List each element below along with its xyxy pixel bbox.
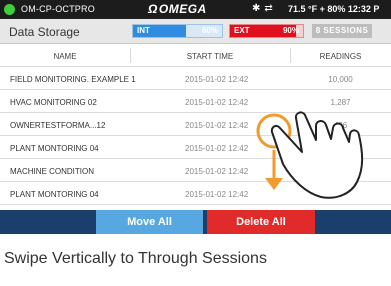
wireless-icon: ✱ <box>252 3 261 14</box>
device-screen: OM-CP-OCTPRO ΩOMEGA ✱ ⇄ 71.5 °F + 80% 12:… <box>0 0 391 234</box>
status-bar: OM-CP-OCTPRO ΩOMEGA ✱ ⇄ 71.5 °F + 80% 12:… <box>0 0 391 19</box>
delete-all-button[interactable]: Delete All <box>207 210 315 234</box>
session-name: MACHINE CONDITION <box>10 167 94 176</box>
omega-logo-icon: Ω <box>148 2 158 16</box>
table-row[interactable]: PLANT MONTORING 04 2015-01-02 12:42 8 <box>0 182 391 205</box>
usb-icon: ⇄ <box>264 3 273 14</box>
external-storage-meter: EXT 90% <box>229 24 304 38</box>
session-name: PLANT MONTORING 04 <box>10 144 99 153</box>
column-header-readings[interactable]: READINGS <box>290 52 391 61</box>
action-bar: Move All Delete All <box>0 210 391 234</box>
title-bar: Data Storage INT 60% EXT 90% 8 SESSIONS <box>0 19 391 44</box>
device-name: OM-CP-OCTPRO <box>21 4 95 14</box>
table-row[interactable]: HVAC MONITORING 02 2015-01-02 12:42 1,28… <box>0 90 391 113</box>
session-start-time: 2015-01-02 12:42 <box>185 121 249 130</box>
table-row[interactable]: FIELD MONITORING. EXAMPLE 1 2015-01-02 1… <box>0 67 391 90</box>
external-storage-percent: 90% <box>282 26 299 35</box>
brand-name: OMEGA <box>158 2 207 16</box>
table-row[interactable]: MACHINE CONDITION 2015-01-02 12:42 <box>0 159 391 182</box>
external-storage-label: EXT <box>234 26 250 35</box>
session-name: FIELD MONITORING. EXAMPLE 1 <box>10 75 136 84</box>
session-name: PLANT MONTORING 04 <box>10 190 99 199</box>
session-start-time: 2015-01-02 12:42 <box>185 98 249 107</box>
internal-storage-meter: INT 60% <box>132 24 223 38</box>
column-header-start-time[interactable]: START TIME <box>130 52 290 61</box>
status-icons: ✱ ⇄ <box>252 3 277 14</box>
internal-storage-percent: 60% <box>201 26 218 35</box>
column-header-name[interactable]: NAME <box>0 52 130 61</box>
table-row[interactable]: OWNERTESTFORMA...12 2015-01-02 12:42 436 <box>0 113 391 136</box>
session-start-time: 2015-01-02 12:42 <box>185 75 249 84</box>
internal-storage-label: INT <box>137 26 150 35</box>
session-name: OWNERTESTFORMA...12 <box>10 121 106 130</box>
page-title: Data Storage <box>9 25 80 39</box>
session-start-time: 2015-01-02 12:42 <box>185 167 249 176</box>
connection-status-dot <box>4 4 15 15</box>
session-readings: 1,287 <box>330 98 351 107</box>
brand-logo: ΩOMEGA <box>148 2 207 16</box>
session-start-time: 2015-01-02 12:42 <box>185 190 249 199</box>
status-readout: 71.5 °F + 80% 12:32 P <box>288 4 380 14</box>
storage-indicator: INT 60% EXT 90% 8 SESSIONS <box>132 24 372 38</box>
session-readings: 8 <box>338 190 343 199</box>
session-readings: 10,000 <box>328 75 353 84</box>
instruction-caption: Swipe Vertically to Through Sessions <box>4 250 267 267</box>
session-readings: 436 <box>333 121 348 130</box>
sessions-list[interactable]: FIELD MONITORING. EXAMPLE 1 2015-01-02 1… <box>0 67 391 205</box>
session-start-time: 2015-01-02 12:42 <box>185 144 249 153</box>
session-name: HVAC MONITORING 02 <box>10 98 97 107</box>
table-row[interactable]: PLANT MONTORING 04 2015-01-02 12:42 <box>0 136 391 159</box>
sessions-count-badge[interactable]: 8 SESSIONS <box>312 24 372 38</box>
table-header: NAME START TIME READINGS <box>0 44 391 67</box>
move-all-button[interactable]: Move All <box>96 210 203 234</box>
